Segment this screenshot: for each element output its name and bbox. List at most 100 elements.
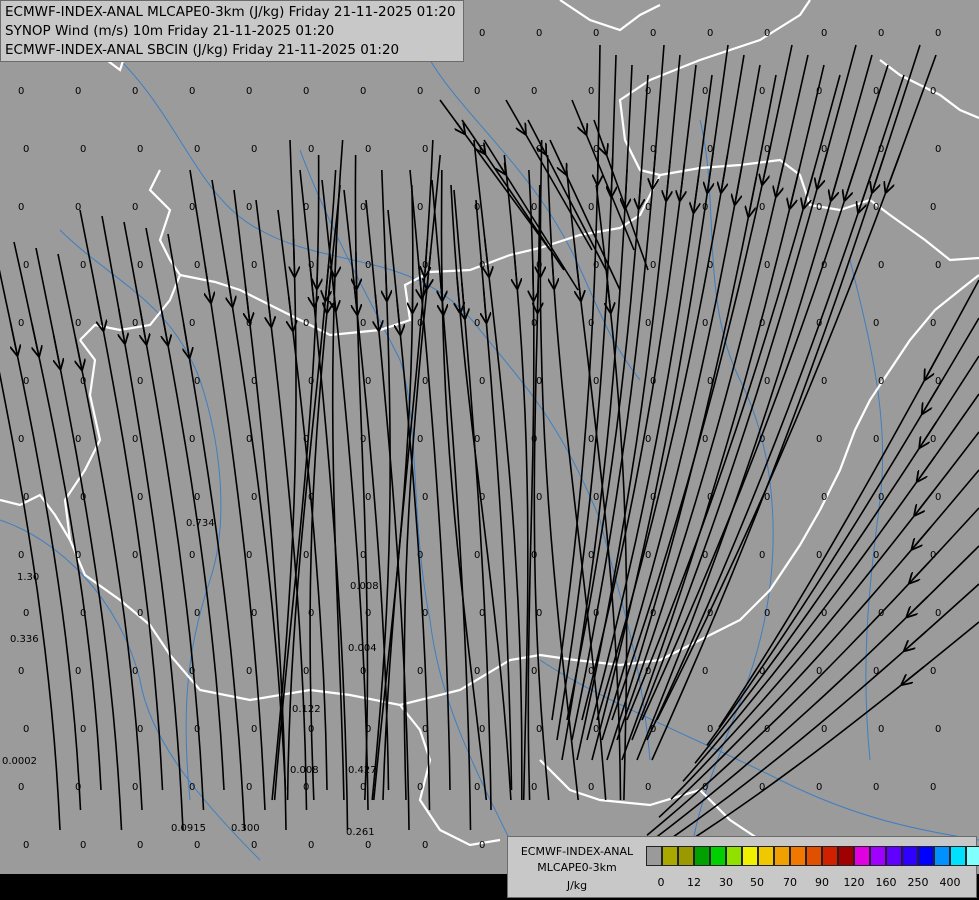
tick-label: 30 [719, 876, 733, 889]
value-label: 0 [593, 28, 599, 39]
value-label: 0 [18, 666, 24, 677]
value-label: 0 [360, 666, 366, 677]
value-label: 0 [132, 782, 138, 793]
streamline-arrow [538, 277, 539, 308]
value-label: 0 [303, 782, 309, 793]
value-label: 0 [821, 492, 827, 503]
value-label: 0 [702, 318, 708, 329]
value-label: 0 [303, 434, 309, 445]
value-label: 0 [759, 782, 765, 793]
value-label-special: 0.008 [290, 765, 319, 776]
value-label-special: 0.004 [348, 643, 377, 654]
value-label: 0 [645, 202, 651, 213]
value-label: 0 [360, 318, 366, 329]
value-label: 0 [18, 434, 24, 445]
value-label: 0 [479, 608, 485, 619]
value-label: 0 [422, 144, 428, 155]
value-label: 0 [137, 840, 143, 851]
value-label: 0 [645, 318, 651, 329]
colorbar-swatch [918, 846, 934, 866]
value-label: 0 [593, 260, 599, 271]
value-label: 0 [935, 260, 941, 271]
value-label: 0 [645, 434, 651, 445]
value-label: 0 [417, 550, 423, 561]
value-label: 0 [422, 260, 428, 271]
value-label: 0 [137, 608, 143, 619]
value-label: 0 [935, 28, 941, 39]
value-label: 0 [189, 550, 195, 561]
streamline-arrow [294, 238, 295, 272]
colorbar-swatch [870, 846, 886, 866]
value-label: 0 [531, 782, 537, 793]
value-label: 0 [251, 840, 257, 851]
colorbar-swatch [742, 846, 758, 866]
value-label: 0 [821, 608, 827, 619]
value-label: 0 [821, 376, 827, 387]
value-label: 0 [365, 724, 371, 735]
value-label: 0 [246, 666, 252, 677]
value-label: 0 [707, 724, 713, 735]
colorbar-swatch [822, 846, 838, 866]
value-label: 0 [935, 376, 941, 387]
value-label: 0 [194, 144, 200, 155]
value-label: 0 [303, 550, 309, 561]
value-label: 0 [303, 86, 309, 97]
value-label: 0 [821, 260, 827, 271]
value-label: 0 [189, 782, 195, 793]
value-label: 0 [593, 492, 599, 503]
value-label: 0 [878, 724, 884, 735]
value-label: 0 [417, 318, 423, 329]
value-label: 0 [474, 318, 480, 329]
value-label: 0 [479, 840, 485, 851]
value-label: 0 [707, 28, 713, 39]
value-label: 0 [873, 666, 879, 677]
value-label: 0 [417, 434, 423, 445]
value-label: 0 [360, 550, 366, 561]
value-label: 0 [23, 840, 29, 851]
title-synop-wind: SYNOP Wind (m/s) 10m Friday 21-11-2025 0… [5, 23, 335, 39]
value-label: 0 [650, 144, 656, 155]
value-label: 0 [194, 608, 200, 619]
tick-label: 70 [783, 876, 797, 889]
value-label: 0 [821, 724, 827, 735]
value-label: 0 [80, 608, 86, 619]
value-label: 0 [702, 666, 708, 677]
value-label: 0 [531, 434, 537, 445]
value-label: 0 [935, 144, 941, 155]
value-label: 0 [593, 144, 599, 155]
value-label: 0 [360, 434, 366, 445]
value-label: 0 [18, 202, 24, 213]
value-label: 0 [18, 550, 24, 561]
tick-label: 160 [875, 876, 897, 889]
value-label-special: 0.734 [186, 518, 215, 529]
value-label: 0 [251, 492, 257, 503]
value-label: 0 [479, 492, 485, 503]
tick-label: 400 [939, 876, 961, 889]
value-label: 0 [707, 144, 713, 155]
value-label: 0 [308, 492, 314, 503]
value-label: 0 [873, 86, 879, 97]
colorbar-swatch [790, 846, 806, 866]
colorbar-swatch [902, 846, 918, 866]
value-label: 0 [474, 86, 480, 97]
colorbar-swatch [934, 846, 950, 866]
value-label: 0 [650, 376, 656, 387]
value-label: 0 [536, 376, 542, 387]
value-label: 0 [80, 376, 86, 387]
value-label: 0 [873, 782, 879, 793]
colorbar-swatch [678, 846, 694, 866]
value-label: 0 [23, 376, 29, 387]
tick-label: 0 [657, 876, 665, 889]
value-label: 0 [873, 318, 879, 329]
value-label: 0 [365, 260, 371, 271]
value-label-special: 0.300 [231, 823, 260, 834]
value-label: 0 [764, 144, 770, 155]
value-label: 0 [650, 260, 656, 271]
colorbar-swatch [694, 846, 710, 866]
value-label: 0 [588, 782, 594, 793]
value-label: 0 [23, 144, 29, 155]
value-label: 0 [365, 840, 371, 851]
value-label: 0 [759, 202, 765, 213]
value-label: 0 [816, 202, 822, 213]
value-label: 0 [360, 202, 366, 213]
